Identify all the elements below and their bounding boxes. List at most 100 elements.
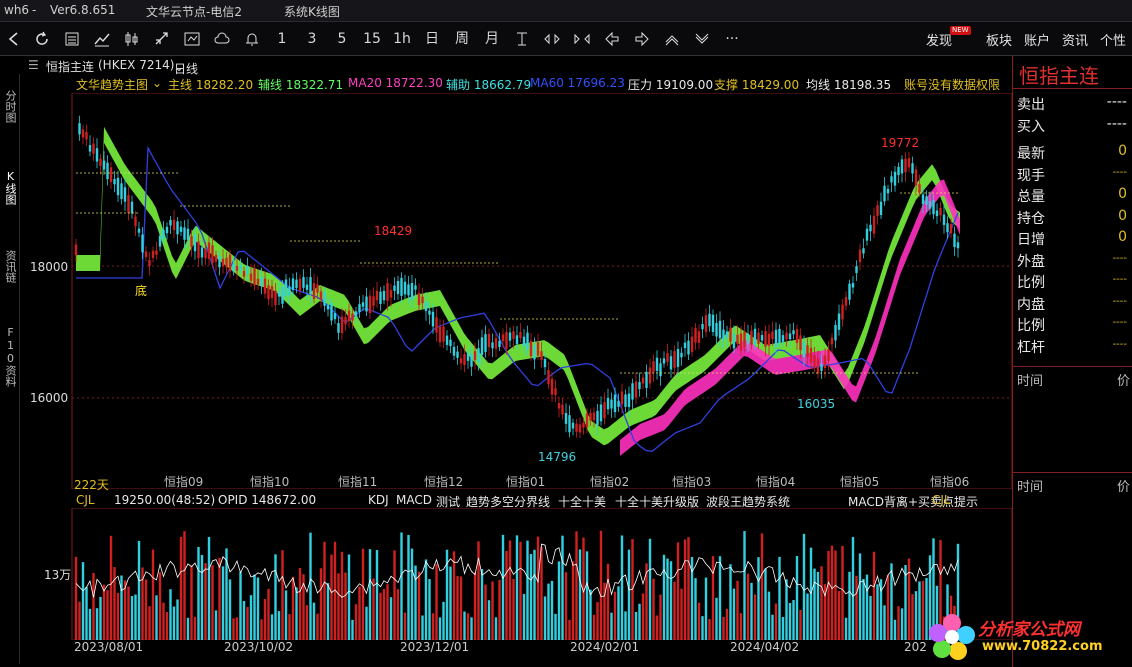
personal-menu[interactable]: 个性: [1100, 30, 1126, 49]
candle-body: [610, 399, 613, 409]
annotation-high: 19772: [881, 136, 920, 150]
candle-body: [183, 227, 186, 240]
volume-bar: [249, 595, 253, 640]
annotation-mid-high: 18429: [374, 224, 413, 238]
cloud-icon[interactable]: [210, 29, 234, 49]
month-label: 恒指04: [756, 475, 796, 489]
volume-bar: [379, 592, 382, 640]
y-label-16000: 16000: [30, 391, 69, 405]
move-right-icon[interactable]: [630, 29, 654, 49]
candle-body: [715, 323, 718, 337]
period-month[interactable]: 月: [480, 29, 504, 49]
volume-bar: [641, 593, 645, 640]
more-icon[interactable]: ···: [720, 29, 744, 49]
volume-bar: [522, 593, 526, 640]
sector-menu[interactable]: 板块: [986, 30, 1012, 49]
candle-body: [337, 323, 340, 333]
quote-value: ----: [1112, 274, 1127, 285]
custom-period-icon[interactable]: [510, 29, 534, 49]
period-day[interactable]: 日: [420, 29, 444, 49]
quote-row: 买入 ----: [1015, 114, 1129, 136]
volume-bar: [172, 606, 176, 640]
quote-row: 内盘 ----: [1015, 292, 1129, 314]
line-chart-icon[interactable]: [90, 29, 114, 49]
volume-bar: [463, 611, 466, 640]
kline-chart[interactable]: [20, 93, 1012, 489]
volume-bar: [256, 577, 260, 640]
candle-body: [806, 345, 809, 357]
expand-horizontal-icon[interactable]: [540, 29, 564, 49]
volume-bar: [151, 549, 155, 640]
candle-body: [148, 260, 151, 267]
volume-bar: [365, 606, 368, 640]
candle-body: [393, 285, 396, 291]
period-1[interactable]: 1: [270, 29, 294, 49]
candle-body: [795, 329, 799, 344]
compress-icon[interactable]: [570, 29, 594, 49]
indicator-tab[interactable]: MACD: [396, 493, 432, 507]
date-label: 2024/02/01: [570, 640, 640, 654]
volume-bar: [477, 541, 480, 640]
tab-time-share[interactable]: 分时图: [1, 90, 19, 123]
volume-bar: [841, 545, 844, 640]
back-arrow-icon[interactable]: [2, 29, 26, 49]
contract-name[interactable]: 恒指主连: [46, 58, 94, 75]
bell-icon[interactable]: [240, 29, 264, 49]
volume-bar: [176, 599, 179, 640]
candle-body: [466, 353, 470, 361]
volume-chart[interactable]: [20, 508, 1012, 640]
month-label: 恒指01: [506, 475, 546, 489]
list-icon[interactable]: [60, 29, 84, 49]
period-5[interactable]: 5: [330, 29, 354, 49]
candle-icon[interactable]: [120, 29, 144, 49]
contract-menu-icon[interactable]: ☰: [28, 58, 39, 72]
indicator-tab[interactable]: CJL: [932, 493, 951, 507]
discover-menu[interactable]: 发现: [926, 30, 952, 49]
candle-body: [361, 302, 365, 307]
candle-body: [473, 351, 477, 361]
candle-body: [778, 328, 781, 344]
indicator-value: 辅助 18662.79: [446, 78, 532, 92]
volume-bar: [816, 571, 820, 640]
image-icon[interactable]: [180, 29, 204, 49]
volume-bar: [715, 597, 718, 640]
annotation-mid-low: 16035: [797, 397, 836, 411]
volume-bar: [267, 588, 270, 640]
draw-tool-icon[interactable]: [150, 29, 174, 49]
volume-bar: [487, 600, 491, 640]
zoom-out-icon[interactable]: [690, 29, 714, 49]
volume-bar: [837, 590, 841, 640]
tab-news-chain[interactable]: 资讯链: [1, 250, 19, 283]
candle-body: [568, 415, 571, 433]
volume-bar: [382, 588, 386, 640]
watermark-logo: 分析家公式网 www.70822.com: [922, 609, 1122, 663]
tab-f10[interactable]: F10资料: [1, 326, 19, 387]
period-15[interactable]: 15: [360, 29, 384, 49]
volume-bar: [589, 589, 592, 640]
period-week[interactable]: 周: [450, 29, 474, 49]
volume-bar: [557, 561, 561, 640]
chevron-down-icon[interactable]: ⌄: [152, 76, 162, 90]
refresh-icon[interactable]: [30, 29, 54, 49]
news-menu[interactable]: 资讯: [1062, 30, 1088, 49]
candle-body: [648, 367, 652, 384]
volume-bar: [186, 617, 190, 640]
volume-bar: [253, 574, 256, 640]
zoom-in-icon[interactable]: [660, 29, 684, 49]
quote-panel: 恒指主连 卖出 ---- 买入 ---- 最新 0 现手 ---- 总量 0 持仓 0 日增 0 外盘 ---…: [1012, 56, 1132, 667]
period-3[interactable]: 3: [300, 29, 324, 49]
period-1h[interactable]: 1h: [390, 29, 414, 49]
tab-kline[interactable]: K线图: [1, 170, 19, 205]
quote-value: 0: [1118, 229, 1127, 245]
volume-bar: [806, 593, 809, 640]
candle-body: [722, 329, 725, 341]
candle-body: [449, 339, 452, 347]
indicator-tab[interactable]: KDJ: [368, 493, 389, 507]
volume-bar: [722, 616, 725, 640]
account-menu[interactable]: 账户: [1024, 30, 1050, 49]
volume-bar: [536, 536, 540, 640]
move-left-icon[interactable]: [600, 29, 624, 49]
candle-body: [438, 326, 442, 343]
volume-bar: [407, 534, 410, 640]
indicator-value[interactable]: 文华趋势主图: [76, 76, 148, 93]
